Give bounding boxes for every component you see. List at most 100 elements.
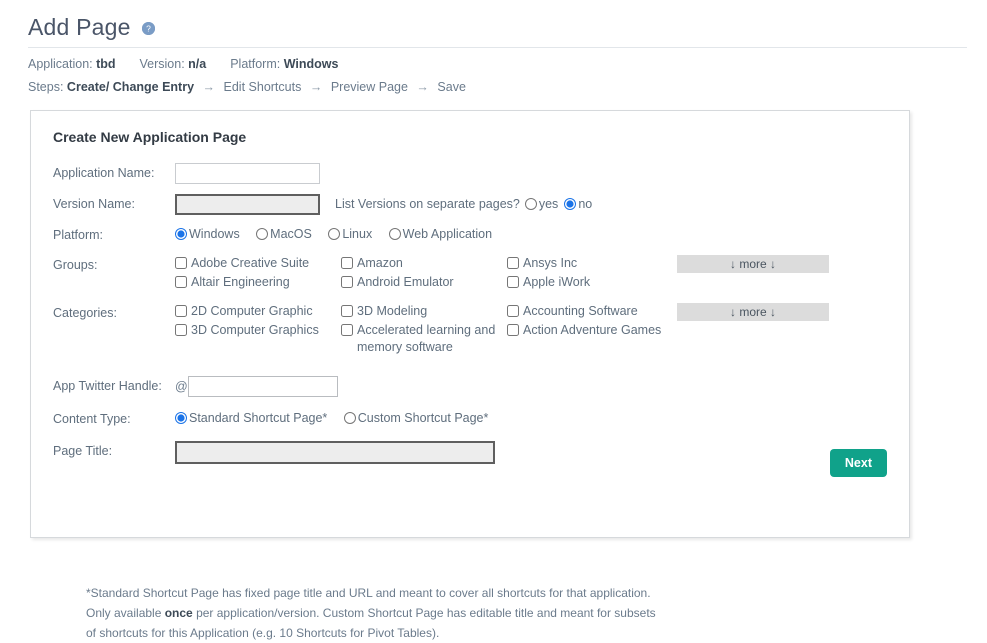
step-arrow-icon: → [202, 80, 216, 94]
category-checkbox-3d-modeling[interactable]: 3D Modeling [341, 303, 507, 320]
groups-more-button[interactable]: ↓ more ↓ [677, 255, 829, 273]
meta-application-label: Application: [28, 57, 93, 71]
platform-macos-radio[interactable] [256, 228, 269, 240]
steps-breadcrumb: Steps: Create/ Change Entry → Edit Short… [0, 71, 987, 94]
content-type-custom-radio[interactable] [343, 412, 356, 424]
categories-checkbox-columns: 2D Computer Graphic 3D Computer Graphics… [175, 303, 909, 358]
category-3d-computer-graphics-checkbox[interactable] [175, 324, 187, 336]
field-row-application-name: Application Name: [53, 163, 909, 184]
platform-option-web-application[interactable]: Web Application [388, 227, 493, 241]
at-sign-icon: @ [175, 379, 188, 394]
step-create-change-entry[interactable]: Create/ Change Entry [67, 80, 194, 94]
content-type-footnote: *Standard Shortcut Page has fixed page t… [86, 583, 666, 643]
category-accounting-software-checkbox[interactable] [507, 305, 519, 317]
content-type-option-standard[interactable]: Standard Shortcut Page* [175, 411, 327, 425]
svg-text:?: ? [146, 23, 151, 33]
categories-column-2: 3D Modeling Accelerated learning and mem… [341, 303, 507, 358]
list-versions-yes-option[interactable]: yes [524, 197, 559, 211]
list-versions-no-label: no [578, 197, 593, 211]
content-type-custom-label: Custom Shortcut Page* [357, 411, 489, 425]
group-checkbox-android-emulator[interactable]: Android Emulator [341, 274, 507, 291]
meta-application-value: tbd [96, 57, 116, 71]
group-checkbox-amazon[interactable]: Amazon [341, 255, 507, 272]
next-button-wrapper: Next [829, 449, 887, 477]
platform-windows-radio[interactable] [175, 228, 187, 240]
group-adobe-creative-suite-checkbox[interactable] [175, 257, 187, 269]
group-ansys-inc-checkbox[interactable] [507, 257, 519, 269]
category-checkbox-2d-computer-graphic[interactable]: 2D Computer Graphic [175, 303, 341, 320]
platform-windows-label: Windows [189, 227, 240, 241]
meta-version-value: n/a [188, 57, 207, 71]
group-apple-iwork-checkbox[interactable] [507, 276, 519, 288]
category-checkbox-action-adventure-games[interactable]: Action Adventure Games [507, 322, 673, 339]
platform-web-application-label: Web Application [402, 227, 493, 241]
platform-option-windows[interactable]: Windows [175, 227, 240, 241]
content-type-standard-radio[interactable] [175, 412, 187, 424]
content-type-label: Content Type: [53, 412, 131, 426]
category-action-adventure-games-checkbox[interactable] [507, 324, 519, 336]
field-row-page-title: Page Title: [53, 441, 909, 464]
category-2d-computer-graphic-label: 2D Computer Graphic [191, 304, 313, 318]
meta-platform-label: Platform: [230, 57, 281, 71]
version-name-input[interactable] [175, 194, 320, 215]
category-accelerated-learning-label: Accelerated learning and memory software [357, 323, 496, 354]
step-edit-shortcuts[interactable]: Edit Shortcuts [224, 80, 302, 94]
application-form: Application Name: Version Name: List Ver… [31, 145, 909, 464]
platform-option-macos[interactable]: MacOS [256, 227, 312, 241]
group-checkbox-altair-engineering[interactable]: Altair Engineering [175, 274, 341, 291]
platform-macos-label: MacOS [270, 227, 312, 241]
category-2d-computer-graphic-checkbox[interactable] [175, 305, 187, 317]
content-type-standard-label: Standard Shortcut Page* [189, 411, 328, 425]
breadcrumb-meta: Application: tbd Version: n/a Platform: … [0, 48, 987, 71]
twitter-handle-input[interactable] [187, 376, 338, 397]
step-preview-page[interactable]: Preview Page [331, 80, 408, 94]
category-action-adventure-games-label: Action Adventure Games [523, 323, 662, 337]
group-checkbox-ansys-inc[interactable]: Ansys Inc [507, 255, 673, 272]
groups-label: Groups: [53, 258, 98, 272]
group-amazon-checkbox[interactable] [341, 257, 353, 269]
field-row-content-type: Content Type: Standard Shortcut Page* Cu… [53, 409, 909, 429]
field-row-groups: Groups: Adobe Creative Suite Altair Engi… [53, 255, 909, 293]
list-versions-yes-radio[interactable] [524, 198, 537, 210]
list-versions-no-radio[interactable] [564, 198, 577, 210]
list-versions-no-option[interactable]: no [564, 197, 592, 211]
version-name-label: Version Name: [53, 197, 135, 211]
group-android-emulator-checkbox[interactable] [341, 276, 353, 288]
help-circle-icon[interactable]: ? [142, 21, 156, 35]
next-button[interactable]: Next [829, 449, 887, 477]
group-altair-engineering-checkbox[interactable] [175, 276, 187, 288]
step-arrow-icon: → [416, 80, 429, 94]
categories-column-1: 2D Computer Graphic 3D Computer Graphics [175, 303, 341, 341]
step-save[interactable]: Save [437, 80, 466, 94]
category-3d-computer-graphics-label: 3D Computer Graphics [191, 323, 319, 337]
category-checkbox-accounting-software[interactable]: Accounting Software [507, 303, 673, 320]
group-checkbox-adobe-creative-suite[interactable]: Adobe Creative Suite [175, 255, 341, 272]
meta-version-label: Version: [139, 57, 185, 71]
categories-more-button[interactable]: ↓ more ↓ [677, 303, 829, 321]
field-row-platform: Platform: Windows MacOS Linux Web Applic… [53, 225, 909, 245]
category-accelerated-learning-checkbox[interactable] [341, 324, 353, 336]
platform-web-application-radio[interactable] [388, 228, 401, 240]
panel-title: Create New Application Page [53, 129, 247, 145]
group-ansys-inc-label: Ansys Inc [523, 256, 578, 270]
list-versions-yes-label: yes [538, 197, 559, 211]
content-type-option-custom[interactable]: Custom Shortcut Page* [343, 411, 489, 425]
platform-linux-label: Linux [342, 227, 373, 241]
meta-platform-value: Windows [283, 57, 339, 71]
page-title-input[interactable] [175, 441, 495, 464]
group-checkbox-apple-iwork[interactable]: Apple iWork [507, 274, 673, 291]
page-title-field-label: Page Title: [53, 444, 113, 458]
category-accounting-software-label: Accounting Software [523, 304, 638, 318]
create-application-page-panel: Create New Application Page Application … [30, 110, 910, 640]
page-title: Add Page [28, 14, 131, 40]
category-3d-modeling-checkbox[interactable] [341, 305, 353, 317]
category-checkbox-accelerated-learning[interactable]: Accelerated learning and memory software [341, 322, 507, 356]
application-name-input[interactable] [175, 163, 320, 184]
platform-option-linux[interactable]: Linux [328, 227, 372, 241]
field-row-categories: Categories: 2D Computer Graphic 3D Compu… [53, 303, 909, 358]
list-versions-question: List Versions on separate pages? yes no [335, 197, 598, 211]
platform-linux-radio[interactable] [328, 228, 341, 240]
category-checkbox-3d-computer-graphics[interactable]: 3D Computer Graphics [175, 322, 341, 339]
platform-label: Platform: [53, 228, 104, 242]
group-android-emulator-label: Android Emulator [357, 275, 454, 289]
